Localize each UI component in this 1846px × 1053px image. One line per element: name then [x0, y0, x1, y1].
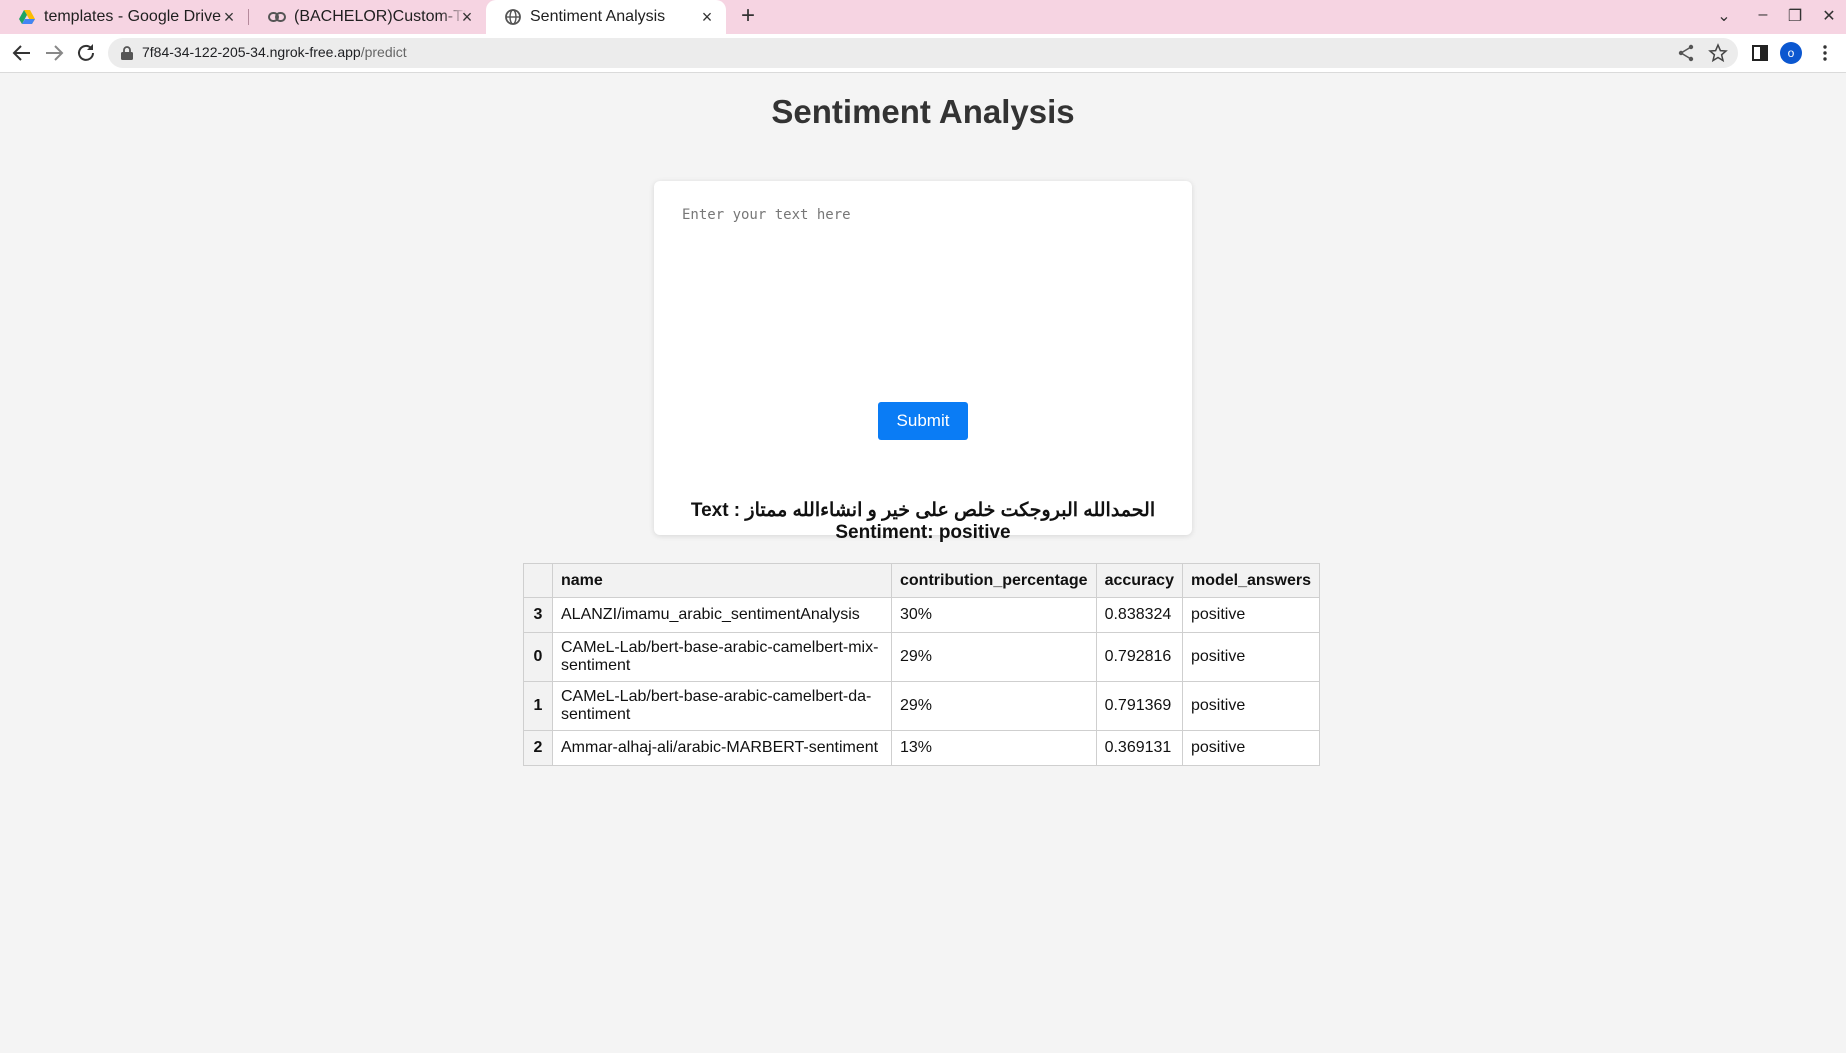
accuracy: 0.838324	[1095, 597, 1183, 633]
model-name: CAMeL-Lab/bert-base-arabic-camelbert-da-…	[552, 681, 892, 731]
profile-avatar[interactable]: o	[1780, 42, 1802, 64]
row-index: 0	[523, 632, 553, 682]
minimize-icon[interactable]: –	[1751, 6, 1775, 24]
restore-icon[interactable]: ❐	[1783, 6, 1807, 26]
header-index	[523, 563, 553, 598]
model-answer: positive	[1181, 681, 1321, 731]
page-content: Sentiment Analysis Submit Text : الحمدال…	[0, 73, 1846, 1053]
globe-icon	[505, 9, 521, 25]
close-window-icon[interactable]: ✕	[1817, 6, 1841, 26]
more-menu-icon[interactable]	[1815, 43, 1835, 63]
header-name: name	[552, 563, 892, 598]
text-input[interactable]	[682, 207, 1164, 377]
google-drive-icon	[19, 10, 35, 24]
side-panel-icon[interactable]	[1750, 43, 1770, 63]
link-icon	[268, 12, 286, 22]
lock-icon[interactable]	[120, 45, 134, 61]
model-name: Ammar-alhaj-ali/arabic-MARBERT-sentiment	[552, 730, 892, 766]
page-title: Sentiment Analysis	[771, 93, 1075, 130]
model-name: CAMeL-Lab/bert-base-arabic-camelbert-mix…	[552, 632, 892, 682]
tab-sentiment-analysis[interactable]: Sentiment Analysis ×	[486, 0, 726, 34]
model-answer: positive	[1181, 632, 1321, 682]
table-row: 1 CAMeL-Lab/bert-base-arabic-camelbert-d…	[523, 681, 1321, 731]
tab-divider	[248, 9, 249, 25]
contribution-percentage: 29%	[891, 632, 1097, 682]
contribution-percentage: 13%	[891, 730, 1097, 766]
url-text[interactable]: 7f84-34-122-205-34.ngrok-free.app/predic…	[142, 44, 407, 60]
tab-search-icon[interactable]: ⌄	[1712, 6, 1736, 26]
row-index: 3	[523, 597, 553, 633]
table-row: 0 CAMeL-Lab/bert-base-arabic-camelbert-m…	[523, 632, 1321, 682]
model-answer: positive	[1181, 597, 1321, 633]
contribution-percentage: 29%	[891, 681, 1097, 731]
tab-custom-tra[interactable]: (BACHELOR)Custom-TRA ×	[250, 0, 486, 34]
browser-toolbar: 7f84-34-122-205-34.ngrok-free.app/predic…	[0, 34, 1846, 73]
back-icon[interactable]	[10, 41, 34, 65]
result-summary: Text : الحمدالله البروجكت خلص على خير و …	[0, 500, 1846, 544]
browser-tab-strip: templates - Google Drive × (BACHELOR)Cus…	[0, 0, 1846, 34]
table-row: 3 ALANZI/imamu_arabic_sentimentAnalysis …	[523, 597, 1321, 633]
accuracy: 0.791369	[1095, 681, 1183, 731]
result-text-line: Text : الحمدالله البروجكت خلص على خير و …	[690, 500, 1156, 521]
address-bar[interactable]: 7f84-34-122-205-34.ngrok-free.app/predic…	[108, 38, 1738, 68]
header-accuracy: accuracy	[1095, 563, 1183, 598]
forward-icon[interactable]	[42, 41, 66, 65]
submit-button[interactable]: Submit	[878, 402, 968, 440]
input-card: Submit	[654, 181, 1192, 535]
tab-label: (BACHELOR)Custom-TRA	[294, 8, 466, 25]
table-row: 2 Ammar-alhaj-ali/arabic-MARBERT-sentime…	[523, 730, 1321, 766]
result-sentiment-line: Sentiment: positive	[835, 522, 1011, 543]
bookmark-star-icon[interactable]	[1708, 43, 1728, 63]
tab-google-drive[interactable]: templates - Google Drive ×	[0, 0, 248, 34]
url-host: 7f84-34-122-205-34.ngrok-free.app	[142, 44, 361, 60]
model-answer: positive	[1181, 730, 1321, 766]
model-name: ALANZI/imamu_arabic_sentimentAnalysis	[552, 597, 892, 633]
contribution-percentage: 30%	[891, 597, 1097, 633]
header-contribution-percentage: contribution_percentage	[891, 563, 1097, 598]
results-table: name contribution_percentage accuracy mo…	[523, 563, 1321, 766]
tab-label: templates - Google Drive	[44, 8, 221, 25]
url-path: /predict	[360, 44, 407, 60]
table-header-row: name contribution_percentage accuracy mo…	[523, 563, 1321, 598]
accuracy: 0.792816	[1095, 632, 1183, 682]
header-model-answers: model_answers	[1181, 563, 1321, 598]
tab-label: Sentiment Analysis	[530, 8, 666, 25]
new-tab-icon[interactable]: +	[735, 4, 761, 30]
row-index: 1	[523, 681, 553, 731]
close-tab-icon[interactable]: ×	[698, 8, 716, 26]
accuracy: 0.369131	[1095, 730, 1183, 766]
share-icon[interactable]	[1676, 43, 1696, 63]
reload-icon[interactable]	[74, 41, 98, 65]
row-index: 2	[523, 730, 553, 766]
close-tab-icon[interactable]: ×	[458, 8, 476, 26]
close-tab-icon[interactable]: ×	[220, 8, 238, 26]
